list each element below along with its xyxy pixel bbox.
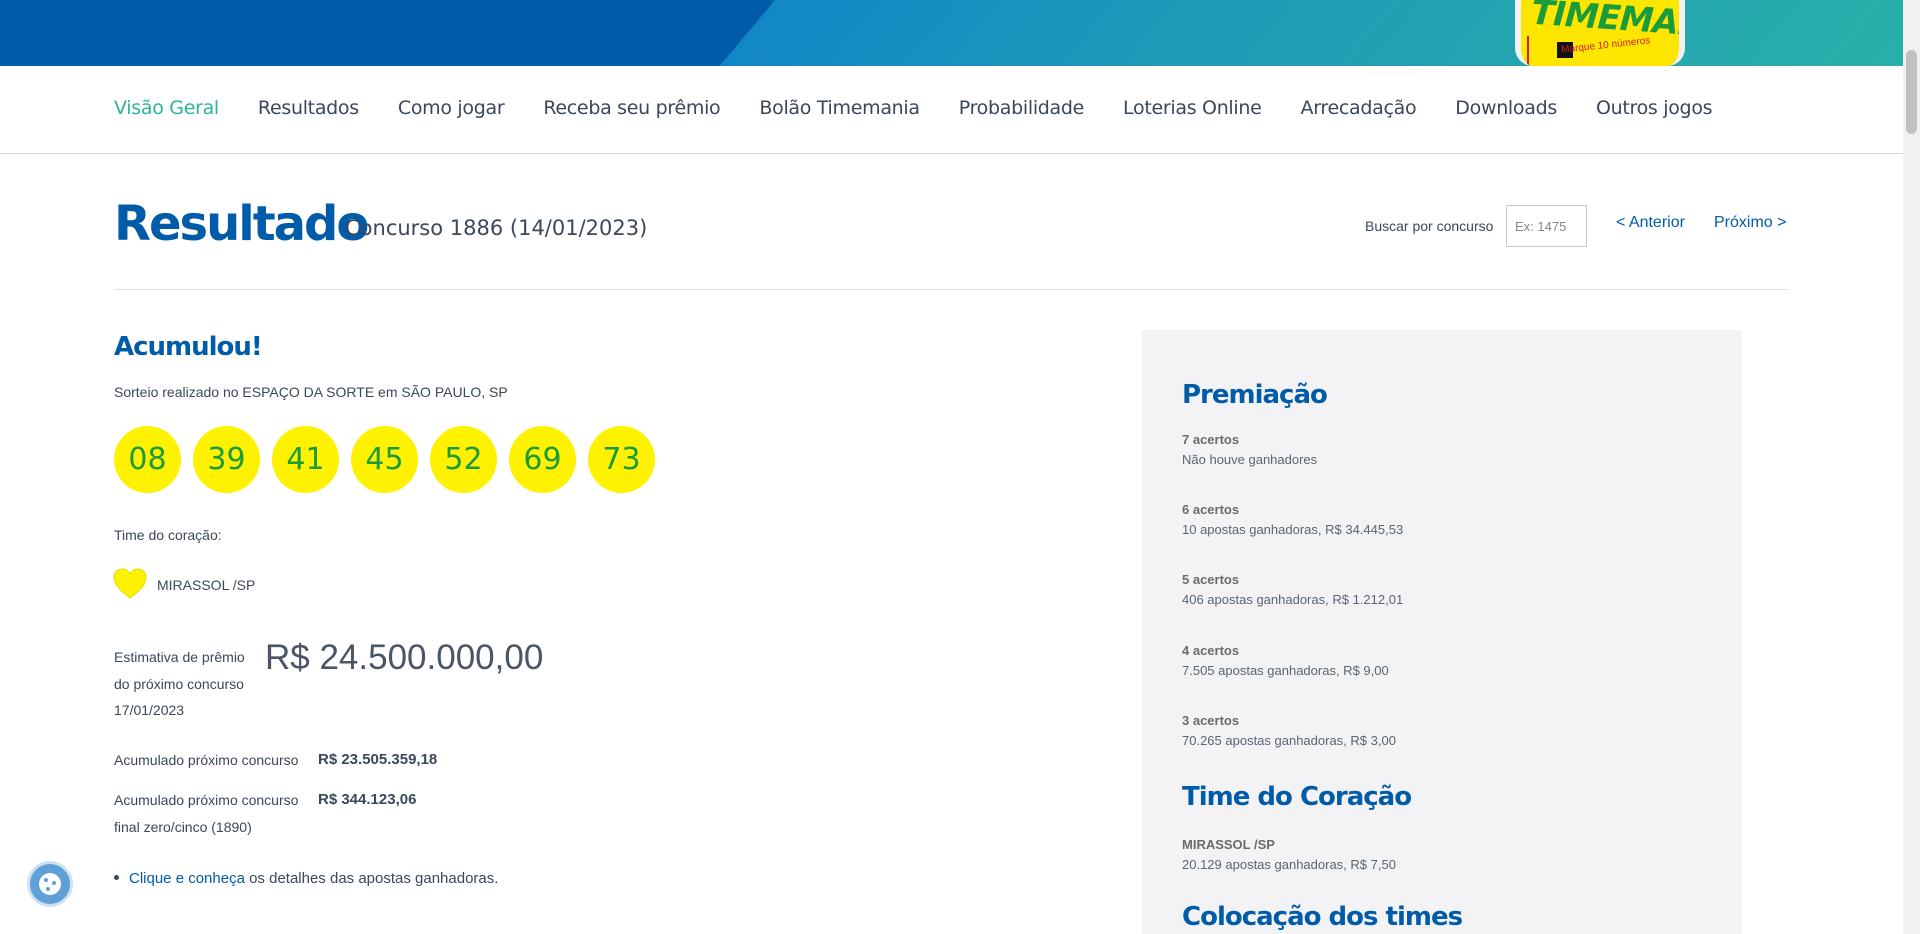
prize-panel: Premiação 7 acertos Não houve ganhadores 6… <box>1142 330 1742 934</box>
cookie-settings-button[interactable] <box>27 861 73 907</box>
nav-item-bolao-timemania[interactable]: Bolão Timemania <box>759 97 920 119</box>
team-label: Time do coração: <box>114 527 222 543</box>
time-coracao-title: Time do Coração <box>1182 782 1412 812</box>
page-title: Resultado <box>114 196 369 252</box>
drawn-number-ball: 69 <box>509 426 576 493</box>
draw-location: Sorteio realizado no ESPAÇO DA SORTE em … <box>114 384 508 400</box>
nav-item-receba-seu-premio[interactable]: Receba seu prêmio <box>543 97 720 119</box>
ticket-subtext: Marque 10 números <box>1560 35 1651 56</box>
top-banner: TIMEMANIA Marque 10 números <box>0 0 1903 66</box>
timemania-ticket-image: TIMEMANIA Marque 10 números <box>1515 0 1685 66</box>
accumulated-final-label: Acumulado próximo concurso final zero/ci… <box>114 792 299 835</box>
prize-tier: 7 acertos Não houve ganhadores <box>1182 432 1318 467</box>
nav-item-loterias-online[interactable]: Loterias Online <box>1123 97 1262 119</box>
previous-link[interactable]: < Anterior <box>1616 214 1685 232</box>
drawn-number-ball: 73 <box>588 426 655 493</box>
scrollbar-thumb[interactable] <box>1906 50 1917 134</box>
page-scrollbar[interactable] <box>1903 0 1920 934</box>
main-nav: Visão Geral Resultados Como jogar Receba se… <box>0 66 1903 154</box>
drawn-number-ball: 39 <box>193 426 260 493</box>
accumulated-label: Acumulado próximo concurso <box>114 752 299 768</box>
drawn-number-ball: 41 <box>272 426 339 493</box>
next-link[interactable]: Próximo > <box>1714 214 1786 232</box>
colocacao-title: Colocação dos times <box>1182 902 1463 932</box>
prize-tier: 6 acertos 10 apostas ganhadoras, R$ 34.44… <box>1182 502 1404 537</box>
concurso-info: Concurso 1886 (14/01/2023) <box>345 216 648 240</box>
nav-item-probabilidade[interactable]: Probabilidade <box>959 97 1085 119</box>
premiacao-title: Premiação <box>1182 380 1328 410</box>
heart-icon <box>113 568 147 599</box>
prize-tier: 3 acertos 70.265 apostas ganhadoras, R$ 3… <box>1182 713 1396 748</box>
concurso-search-input[interactable] <box>1506 205 1587 247</box>
cookie-icon <box>39 873 61 895</box>
header-divider <box>114 289 1789 290</box>
accumulated-value: R$ 23.505.359,18 <box>318 751 438 768</box>
nav-item-outros-jogos[interactable]: Outros jogos <box>1596 97 1713 119</box>
team-name: MIRASSOL /SP <box>157 577 256 593</box>
drawn-numbers: 08 39 41 45 52 69 73 <box>114 426 667 493</box>
prize-tier: 5 acertos 406 apostas ganhadoras, R$ 1.21… <box>1182 572 1404 607</box>
nav-item-downloads[interactable]: Downloads <box>1455 97 1557 119</box>
nav-item-como-jogar[interactable]: Como jogar <box>398 97 505 119</box>
nav-item-visao-geral[interactable]: Visão Geral <box>114 97 219 119</box>
team-prize: MIRASSOL /SP 20.129 apostas ganhadoras, … <box>1182 837 1396 872</box>
nav-list: Visão Geral Resultados Como jogar Receba se… <box>114 97 1751 119</box>
nav-item-resultados[interactable]: Resultados <box>258 97 359 119</box>
drawn-number-ball: 52 <box>430 426 497 493</box>
drawn-number-ball: 08 <box>114 426 181 493</box>
result-status: Acumulou! <box>114 332 263 362</box>
nav-item-arrecadacao[interactable]: Arrecadação <box>1301 97 1417 119</box>
estimate-value: R$ 24.500.000,00 <box>265 638 544 677</box>
drawn-number-ball: 45 <box>351 426 418 493</box>
winners-details-item: Clique e conheça os detalhes das apostas… <box>114 870 498 887</box>
estimate-label: Estimativa de prêmio do próximo concurso… <box>114 649 245 718</box>
search-label: Buscar por concurso <box>1365 218 1494 234</box>
accumulated-final-value: R$ 344.123,06 <box>318 791 417 808</box>
winners-details-link[interactable]: Clique e conheça <box>129 870 245 887</box>
banner-stripe <box>719 0 1903 66</box>
prize-tier: 4 acertos 7.505 apostas ganhadoras, R$ 9,… <box>1182 643 1389 678</box>
